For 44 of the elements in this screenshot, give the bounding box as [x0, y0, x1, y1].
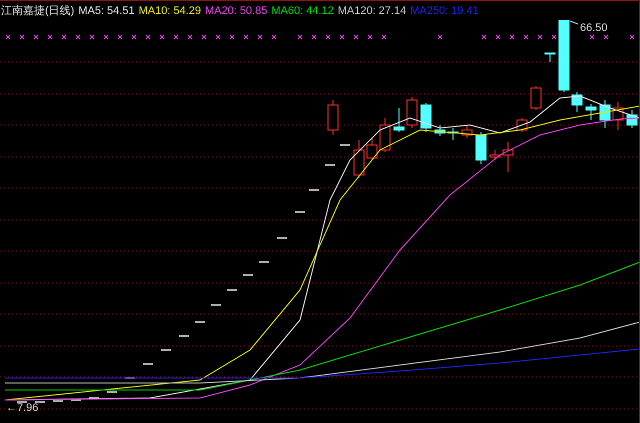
- price-dash: [161, 349, 171, 351]
- price-dash: [195, 321, 205, 323]
- candlestick: [544, 52, 556, 62]
- price-dash: [325, 164, 335, 166]
- candlestick: [490, 150, 500, 160]
- high-price-label: 66.50: [580, 22, 608, 34]
- candlestick: [586, 104, 596, 120]
- moving-average-label: MA5: 54.51: [78, 4, 135, 16]
- candlestick: [448, 128, 458, 140]
- price-dash: [243, 274, 253, 276]
- price-dash: [227, 289, 237, 291]
- candlestick: [462, 124, 472, 138]
- candlestick: [502, 142, 514, 172]
- price-dash: [309, 189, 319, 191]
- moving-average-label: MA120: 27.14: [338, 4, 406, 16]
- candlestick: [354, 140, 364, 178]
- candlestick: [530, 86, 542, 110]
- candlestick: [572, 92, 582, 112]
- moving-average-label: MA60: 44.12: [271, 4, 334, 16]
- low-price-label: ←7.96: [6, 402, 38, 414]
- candlestick: [380, 118, 390, 152]
- candlestick: [626, 110, 638, 128]
- price-dash: [143, 363, 153, 365]
- price-dash: [277, 237, 287, 239]
- stock-title: 江南嘉捷(日线): [1, 4, 74, 18]
- candlestick: [434, 124, 446, 136]
- price-dash: [125, 377, 135, 379]
- price-dash: [295, 211, 305, 213]
- price-dash: [259, 261, 269, 263]
- moving-average-label: MA250: 19.41: [410, 4, 479, 16]
- candlestick: [420, 102, 432, 132]
- moving-average-label: MA20: 50.85: [204, 4, 268, 16]
- price-dash: [179, 335, 189, 337]
- candlestick: [476, 132, 486, 164]
- candlestick: [600, 100, 610, 128]
- candlestick: [406, 96, 418, 128]
- moving-average-label: MA10: 54.29: [138, 4, 201, 16]
- candlestick: [328, 100, 338, 136]
- candlestick: [394, 108, 404, 132]
- price-dash: [211, 304, 221, 306]
- leader-line: [570, 20, 578, 24]
- candlestick: [612, 102, 624, 130]
- price-dash: [340, 144, 350, 146]
- candlestick: [366, 138, 378, 160]
